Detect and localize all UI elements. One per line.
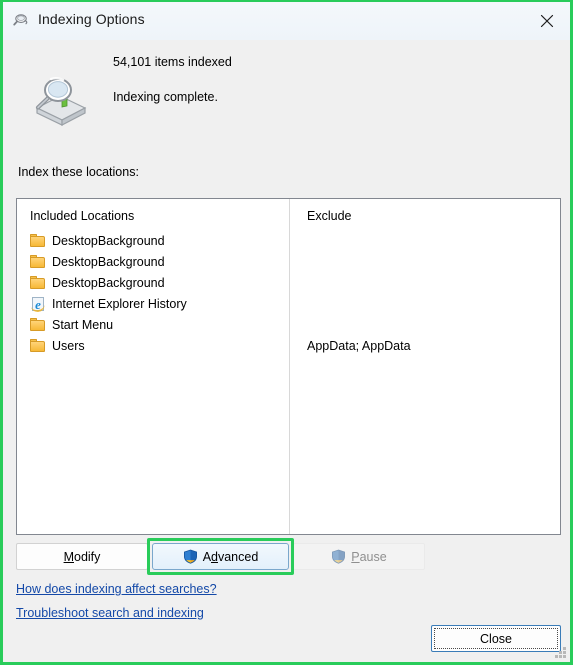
location-name: DesktopBackground	[52, 275, 165, 290]
modify-button[interactable]: Modify	[16, 543, 148, 570]
troubleshoot-search-indexing-link[interactable]: Troubleshoot search and indexing	[16, 606, 204, 620]
column-header-included: Included Locations	[30, 209, 135, 223]
indexed-locations-list[interactable]: Included Locations DesktopBackground Des…	[16, 198, 561, 535]
list-item[interactable]: Start Menu	[30, 314, 113, 335]
pause-button[interactable]: Pause	[293, 543, 425, 570]
folder-icon	[30, 233, 46, 249]
how-indexing-affects-searches-link[interactable]: How does indexing affect searches?	[16, 582, 217, 596]
internet-explorer-icon: e	[30, 296, 46, 313]
location-name: Users	[52, 338, 85, 353]
index-locations-label: Index these locations:	[18, 165, 139, 179]
title-bar: Indexing Options	[3, 2, 570, 41]
indexing-state-text: Indexing complete.	[113, 90, 218, 104]
list-item[interactable]: DesktopBackground	[30, 272, 165, 293]
folder-icon	[30, 317, 46, 333]
indexing-magnifier-icon	[12, 11, 32, 31]
location-name: DesktopBackground	[52, 233, 165, 248]
folder-icon	[30, 254, 46, 270]
exclude-value: AppData; AppData	[307, 338, 411, 353]
advanced-button-label: Advanced	[202, 549, 259, 564]
advanced-button[interactable]: Advanced	[152, 543, 289, 570]
indexing-drive-magnifier-icon	[29, 68, 91, 130]
items-indexed-text: 54,101 items indexed	[113, 55, 232, 69]
list-item[interactable]: DesktopBackground	[30, 230, 165, 251]
close-icon[interactable]	[524, 2, 570, 39]
uac-shield-icon	[331, 549, 346, 564]
folder-icon	[30, 275, 46, 291]
list-item[interactable]: Users	[30, 335, 85, 356]
pause-button-label: Pause	[351, 549, 387, 564]
list-item[interactable]: e Internet Explorer History	[30, 293, 187, 314]
uac-shield-icon	[183, 549, 198, 564]
exclude-column: Exclude AppData; AppData	[289, 199, 560, 534]
location-name: Start Menu	[52, 317, 114, 332]
indexing-options-dialog: Indexing Options 54,101 items indexed In…	[0, 0, 573, 665]
status-area: 54,101 items indexed Indexing complete.	[3, 40, 570, 150]
window-title: Indexing Options	[38, 11, 145, 27]
location-name: DesktopBackground	[52, 254, 165, 269]
column-header-exclude: Exclude	[307, 209, 352, 223]
included-locations-column: Included Locations DesktopBackground Des…	[17, 199, 289, 534]
resize-grip[interactable]	[554, 647, 567, 660]
modify-button-label: Modify	[63, 549, 101, 564]
close-button[interactable]: Close	[431, 625, 561, 652]
folder-icon	[30, 338, 46, 354]
list-item[interactable]: DesktopBackground	[30, 251, 165, 272]
close-button-label: Close	[480, 631, 512, 646]
location-name: Internet Explorer History	[52, 296, 187, 311]
